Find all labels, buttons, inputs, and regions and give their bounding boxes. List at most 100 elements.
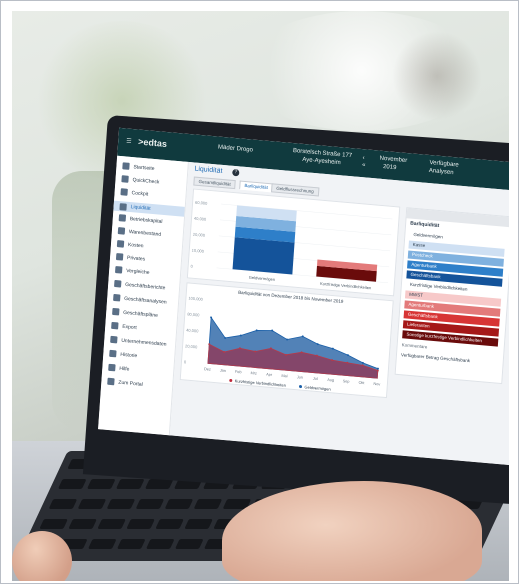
gauge-icon <box>120 188 128 196</box>
available-label: Verfügbare <box>429 159 459 169</box>
keyboard-key <box>68 519 97 529</box>
building-icon <box>110 335 118 344</box>
legend-marker <box>299 385 303 389</box>
coins-icon <box>119 202 127 211</box>
x-tick-label: Jan <box>220 368 226 373</box>
sidebar-item-label: Export <box>122 323 137 331</box>
address-line2: Aye-Ayesheim <box>302 156 341 167</box>
user-name[interactable]: Mäder Drogo <box>218 145 253 154</box>
chevron-left-icon[interactable]: ‹ <box>362 155 364 161</box>
sidebar-item-12[interactable]: Export <box>111 321 137 331</box>
keyboard-key <box>135 499 165 509</box>
keyboard-key <box>126 519 155 529</box>
sidebar-item-label: Startseite <box>133 163 155 172</box>
analyses-dropdown[interactable]: Analysen <box>429 168 454 176</box>
keyboard-key <box>116 539 146 549</box>
sidebar-item-label: Geschäftspläne <box>123 309 159 319</box>
breakdown-title: Barliquidität <box>409 220 440 230</box>
laptop-screen: ☰ >edtas Mäder Drogo Borstelsch Straße 1… <box>98 127 509 466</box>
app-logo[interactable]: >edtas <box>138 137 167 149</box>
sidebar-item-8[interactable]: Vergleiche <box>114 265 150 276</box>
liquidity-breakdown-panel: Barliquidität Geldvermögen Kasse Postcheck… <box>394 207 509 385</box>
keyboard-key <box>57 479 87 489</box>
x-tick-label: Mai <box>281 374 288 379</box>
x-tick-label: Apr <box>266 373 273 378</box>
keyboard-key <box>77 499 107 509</box>
sidebar-item-16[interactable]: Zum Portal <box>107 377 143 388</box>
sidebar-item-label: Cockpit <box>131 189 149 198</box>
portal-icon <box>107 377 115 386</box>
keyboard-key <box>48 499 78 509</box>
sidebar-item-label: Warenbestand <box>128 228 162 238</box>
sidebar-item-13[interactable]: Unternehmensdaten <box>110 335 167 348</box>
y-tick-label: 0 <box>190 264 193 269</box>
x-tick-label: Okt <box>358 381 365 386</box>
tab-geldflussrechnung[interactable]: Geldflussrechnung <box>271 183 319 197</box>
export-icon <box>111 321 119 330</box>
sidebar-item-5[interactable]: Warenbestand <box>117 227 162 238</box>
keyboard-key <box>144 479 174 489</box>
y-tick-label: 20,000 <box>185 343 198 349</box>
sidebar-item-15[interactable]: Hilfe <box>108 363 130 373</box>
sidebar-item-6[interactable]: Kosten <box>116 240 144 249</box>
x-tick-label: Dez <box>204 367 211 372</box>
x-tick-label: Mrz <box>250 371 257 376</box>
keyboard-key <box>145 539 175 549</box>
x-tick-label: Nov <box>373 382 380 387</box>
sidebar-item-label: Betriebskapital <box>129 215 163 225</box>
sidebar-item-label: Unternehmensdaten <box>121 337 167 348</box>
sidebar-item-label: Vergleiche <box>125 267 150 276</box>
sidebar-item-label: Zum Portal <box>118 379 143 388</box>
bokeh-shadow <box>392 31 482 121</box>
bar-category-label: Kurzfristige Verbindlichkeiten <box>320 281 372 290</box>
period-year[interactable]: 2019 <box>383 164 397 171</box>
sidebar-item-14[interactable]: Historie <box>109 349 137 359</box>
sidebar-item-label: Privates <box>126 254 146 263</box>
menu-icon[interactable]: ☰ <box>126 137 132 144</box>
keyboard-key <box>174 539 204 549</box>
double-chevron-left-icon[interactable]: « <box>362 162 366 168</box>
grid-icon <box>122 162 130 170</box>
sidebar-item-0[interactable]: Startseite <box>122 162 155 172</box>
area-chart: 100,000 80,000 40,000 20,000 0 Dez Jan Feb Mrz Ap… <box>184 295 381 391</box>
area-chart-panel: Barliquidität von Dezember 2018 bis Nove… <box>179 282 394 399</box>
keyboard-key <box>184 519 213 529</box>
y-tick-label: 80,000 <box>187 311 200 317</box>
screenshot-frame: ☰ >edtas Mäder Drogo Borstelsch Straße 1… <box>0 0 519 584</box>
x-tick-label: Aug <box>327 378 334 383</box>
bar-category-label: Geldvermögen <box>249 275 276 282</box>
keyboard-key <box>193 499 223 509</box>
cube-icon <box>118 214 127 222</box>
sidebar-item-10[interactable]: Geschäftsanalysen <box>113 293 167 306</box>
x-tick-label: Feb <box>235 370 242 375</box>
sidebar-item-label: QuickCheck <box>132 176 160 186</box>
tab-barliquiditaet[interactable]: Barliquidität <box>239 180 274 193</box>
period-month[interactable]: November <box>379 156 407 164</box>
tag-icon <box>116 240 125 248</box>
page-title: Liquidität <box>194 165 223 175</box>
sidebar-item-4[interactable]: Betriebskapital <box>118 214 163 225</box>
help-icon <box>108 363 116 372</box>
y-tick-label: 100,000 <box>188 295 204 301</box>
laptop-lid: ☰ >edtas Mäder Drogo Borstelsch Straße 1… <box>82 115 509 507</box>
check-icon <box>121 175 129 183</box>
keyboard-key <box>87 539 117 549</box>
sidebar-item-2[interactable]: Cockpit <box>120 188 148 197</box>
sidebar-item-11[interactable]: Geschäftspläne <box>112 307 159 319</box>
comment-text[interactable]: Verfügbarer Betrag Geschäftsbank <box>401 352 470 363</box>
x-tick-label: Jul <box>313 377 318 381</box>
sidebar-item-label: Geschäftsberichte <box>125 281 166 291</box>
sidebar-item-label: Geschäftsanalysen <box>124 295 167 306</box>
person-icon <box>115 253 124 261</box>
y-tick-label: 20,000 <box>193 232 206 238</box>
compare-icon <box>114 265 123 274</box>
sidebar-item-7[interactable]: Privates <box>115 253 146 263</box>
info-icon[interactable]: ? <box>232 168 240 177</box>
sidebar-item-1[interactable]: QuickCheck <box>121 175 160 186</box>
legend-label: Geldvermögen <box>304 384 331 391</box>
y-tick-label: 0 <box>184 359 187 364</box>
keyboard-key <box>39 519 68 529</box>
tab-gesamtliquiditaet[interactable]: Gesamtliquidität <box>193 176 237 190</box>
report-icon <box>114 279 122 288</box>
sidebar-item-9[interactable]: Geschäftsberichte <box>114 279 166 291</box>
